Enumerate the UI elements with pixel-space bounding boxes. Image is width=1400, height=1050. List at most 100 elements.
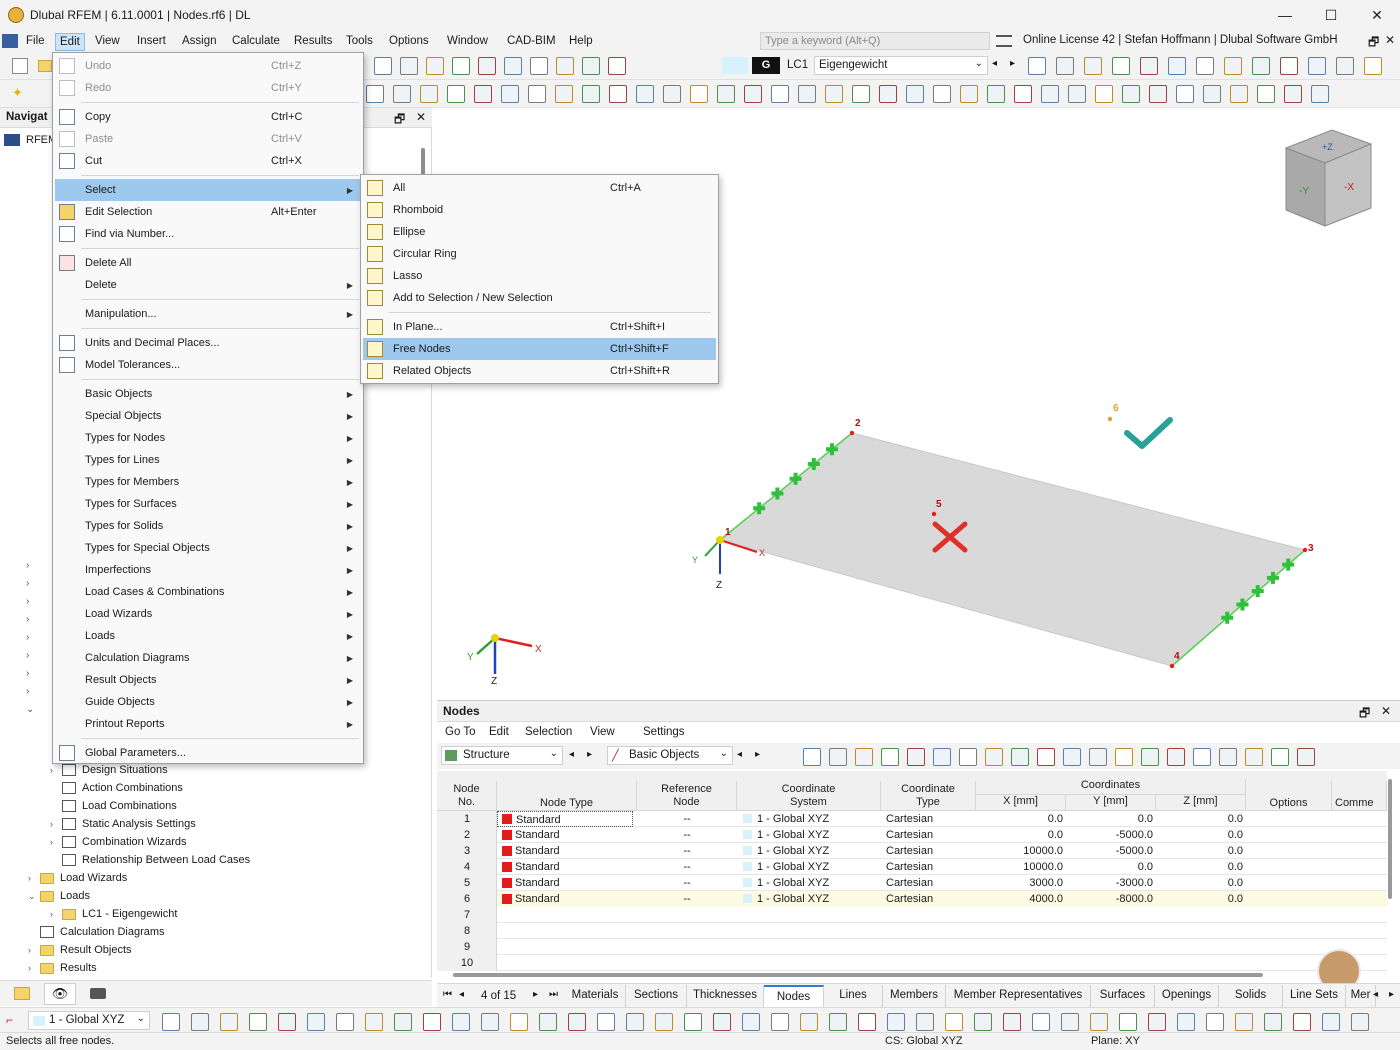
toolbar-tool-icon[interactable] xyxy=(1280,57,1298,75)
toolbar-tool-icon[interactable] xyxy=(307,1013,325,1031)
toolbar-tool-icon[interactable] xyxy=(855,748,873,766)
tabs-scroll-right[interactable]: ▸ xyxy=(1389,989,1394,1000)
tabs-scroll-left[interactable]: ◂ xyxy=(1373,989,1378,1000)
tree-chevron-icon[interactable]: › xyxy=(50,909,62,919)
cell-ct[interactable]: Cartesian xyxy=(886,843,976,859)
toolbar-tool-icon[interactable] xyxy=(582,85,600,103)
toolbar-tool-icon[interactable] xyxy=(1284,85,1302,103)
cell-x[interactable]: 4000.0 xyxy=(976,891,1063,907)
edit-menu-item-types-for-special-objects[interactable]: Types for Special Objects ▶ xyxy=(55,537,361,559)
toolbar-tool-icon[interactable] xyxy=(1148,1013,1166,1031)
cell-x[interactable]: 0.0 xyxy=(976,811,1063,827)
menu-options[interactable]: Options xyxy=(385,33,433,51)
cell-no[interactable]: 3 xyxy=(437,843,497,859)
toolbar-tool-icon[interactable] xyxy=(1032,1013,1050,1031)
toolbar-tool-icon[interactable] xyxy=(1037,748,1055,766)
toolbar-tool-icon[interactable] xyxy=(191,1013,209,1031)
toolbar-tool-icon[interactable] xyxy=(1122,85,1140,103)
cell-type[interactable]: Standard xyxy=(497,811,633,827)
cell-type[interactable]: Standard xyxy=(515,875,633,891)
toolbar-tool-icon[interactable] xyxy=(887,1013,905,1031)
menu-insert[interactable]: Insert xyxy=(133,33,170,51)
toolbar-tool-icon[interactable] xyxy=(528,85,546,103)
toolbar-tool-icon[interactable] xyxy=(504,57,522,75)
menu-cad-bim[interactable]: CAD-BIM xyxy=(503,33,560,51)
node-2[interactable] xyxy=(849,430,855,436)
toolbar-tool-icon[interactable] xyxy=(1095,85,1113,103)
toolbar-tool-icon[interactable] xyxy=(1235,1013,1253,1031)
toolbar-tool-icon[interactable] xyxy=(1196,57,1214,75)
cell-x[interactable]: 3000.0 xyxy=(976,875,1063,891)
edit-menu-item-global-parameters[interactable]: Global Parameters... xyxy=(55,742,361,764)
cell-y[interactable]: -8000.0 xyxy=(1066,891,1153,907)
select-menu-item-ellipse[interactable]: Ellipse xyxy=(363,221,716,243)
tree-item-results[interactable]: › Results xyxy=(28,959,97,977)
toolbar-tool-icon[interactable] xyxy=(501,85,519,103)
edit-menu-item-calculation-diagrams[interactable]: Calculation Diagrams ▶ xyxy=(55,647,361,669)
tree-item-loads[interactable]: ⌄ Loads xyxy=(28,887,90,905)
select-menu-item-rhomboid[interactable]: Rhomboid xyxy=(363,199,716,221)
edit-menu-item-loads[interactable]: Loads ▶ xyxy=(55,625,361,647)
toolbar-tool-icon[interactable] xyxy=(1336,57,1354,75)
edit-menu-item-find-via-number[interactable]: Find via Number... xyxy=(55,223,361,245)
select-menu-item-all[interactable]: All Ctrl+A xyxy=(363,177,716,199)
toolbar-tool-icon[interactable] xyxy=(945,1013,963,1031)
cell-ref[interactable]: -- xyxy=(637,875,737,891)
toolbar-tool-icon[interactable] xyxy=(452,1013,470,1031)
select-menu-item-add-to-selection-new-selection[interactable]: Add to Selection / New Selection xyxy=(363,287,716,309)
select-menu-item-related-objects[interactable]: Related Objects Ctrl+Shift+R xyxy=(363,360,716,382)
tree-expand-chevron[interactable]: › xyxy=(26,578,29,589)
cell-ct[interactable]: Cartesian xyxy=(886,891,976,907)
toolbar-tool-icon[interactable] xyxy=(985,748,1003,766)
tree-expand-chevron[interactable]: › xyxy=(26,632,29,643)
tree-expand-chevron[interactable]: › xyxy=(26,614,29,625)
tree-item-combination-wizards[interactable]: › Combination Wizards xyxy=(50,833,187,851)
tab-openings[interactable]: Openings xyxy=(1155,985,1219,1007)
cell-z[interactable]: 0.0 xyxy=(1156,859,1243,875)
toolbar-tool-icon[interactable] xyxy=(916,1013,934,1031)
toolbar-tool-icon[interactable] xyxy=(1056,57,1074,75)
toolbar-tool-icon[interactable] xyxy=(960,85,978,103)
col-comment[interactable]: Comme xyxy=(1332,781,1387,811)
objects-select[interactable]: ╱ Basic Objects ⌄ xyxy=(607,746,733,765)
tree-item-load-combinations[interactable]: Load Combinations xyxy=(50,797,177,815)
next-structure-button[interactable]: ▸ xyxy=(587,749,592,760)
edit-menu-item-types-for-lines[interactable]: Types for Lines ▶ xyxy=(55,449,361,471)
tab-lines[interactable]: Lines xyxy=(824,985,883,1007)
nodes-panel-restore-icon[interactable]: 🗗 xyxy=(1359,704,1370,725)
tree-item-calculation-diagrams[interactable]: Calculation Diagrams xyxy=(28,923,165,941)
cell-z[interactable]: 0.0 xyxy=(1156,891,1243,907)
data-tab-icon[interactable] xyxy=(14,987,30,1000)
toolbar-tool-icon[interactable] xyxy=(1297,748,1315,766)
toolbar-tool-icon[interactable] xyxy=(1041,85,1059,103)
last-page-button[interactable]: ⏭ xyxy=(549,989,558,1000)
structure-select[interactable]: Structure ⌄ xyxy=(441,746,563,765)
prev-objects-button[interactable]: ◂ xyxy=(737,749,742,760)
prev-page-button[interactable]: ◂ xyxy=(459,989,464,1000)
tab-solids[interactable]: Solids xyxy=(1219,985,1283,1007)
toolbar-tool-icon[interactable] xyxy=(825,85,843,103)
license-info[interactable]: Online License 42 | Stefan Hoffmann | Dl… xyxy=(1023,34,1338,46)
edit-menu-item-units-and-decimal-places[interactable]: Units and Decimal Places... xyxy=(55,332,361,354)
tree-item-action-combinations[interactable]: Action Combinations xyxy=(50,779,183,797)
cell-cs[interactable]: 1 - Global XYZ xyxy=(757,891,881,907)
tree-chevron-icon[interactable]: › xyxy=(28,963,40,973)
toolbar-tool-icon[interactable] xyxy=(1068,85,1086,103)
load-case-select[interactable]: Eigengewicht ⌄ xyxy=(814,56,988,75)
col-reference-node[interactable]: Reference Node xyxy=(637,781,737,811)
toolbar-tool-icon[interactable] xyxy=(1112,57,1130,75)
toolbar-tool-icon[interactable] xyxy=(1364,57,1382,75)
new-file-icon[interactable] xyxy=(12,58,28,74)
edit-menu-item-copy[interactable]: Copy Ctrl+C xyxy=(55,106,361,128)
navigator-restore-icon[interactable]: 🗗 xyxy=(394,110,405,131)
col-z[interactable]: Z [mm] xyxy=(1156,795,1246,811)
cell-cs[interactable]: 1 - Global XYZ xyxy=(757,811,881,827)
toolbar-tool-icon[interactable] xyxy=(1028,57,1046,75)
cell-z[interactable]: 0.0 xyxy=(1156,875,1243,891)
edit-menu-item-cut[interactable]: Cut Ctrl+X xyxy=(55,150,361,172)
menu-file[interactable]: File xyxy=(22,33,49,51)
toolbar-tool-icon[interactable] xyxy=(394,1013,412,1031)
tab-nodes[interactable]: Nodes xyxy=(764,985,824,1007)
cell-cs[interactable]: 1 - Global XYZ xyxy=(757,827,881,843)
toolbar-tool-icon[interactable] xyxy=(1252,57,1270,75)
